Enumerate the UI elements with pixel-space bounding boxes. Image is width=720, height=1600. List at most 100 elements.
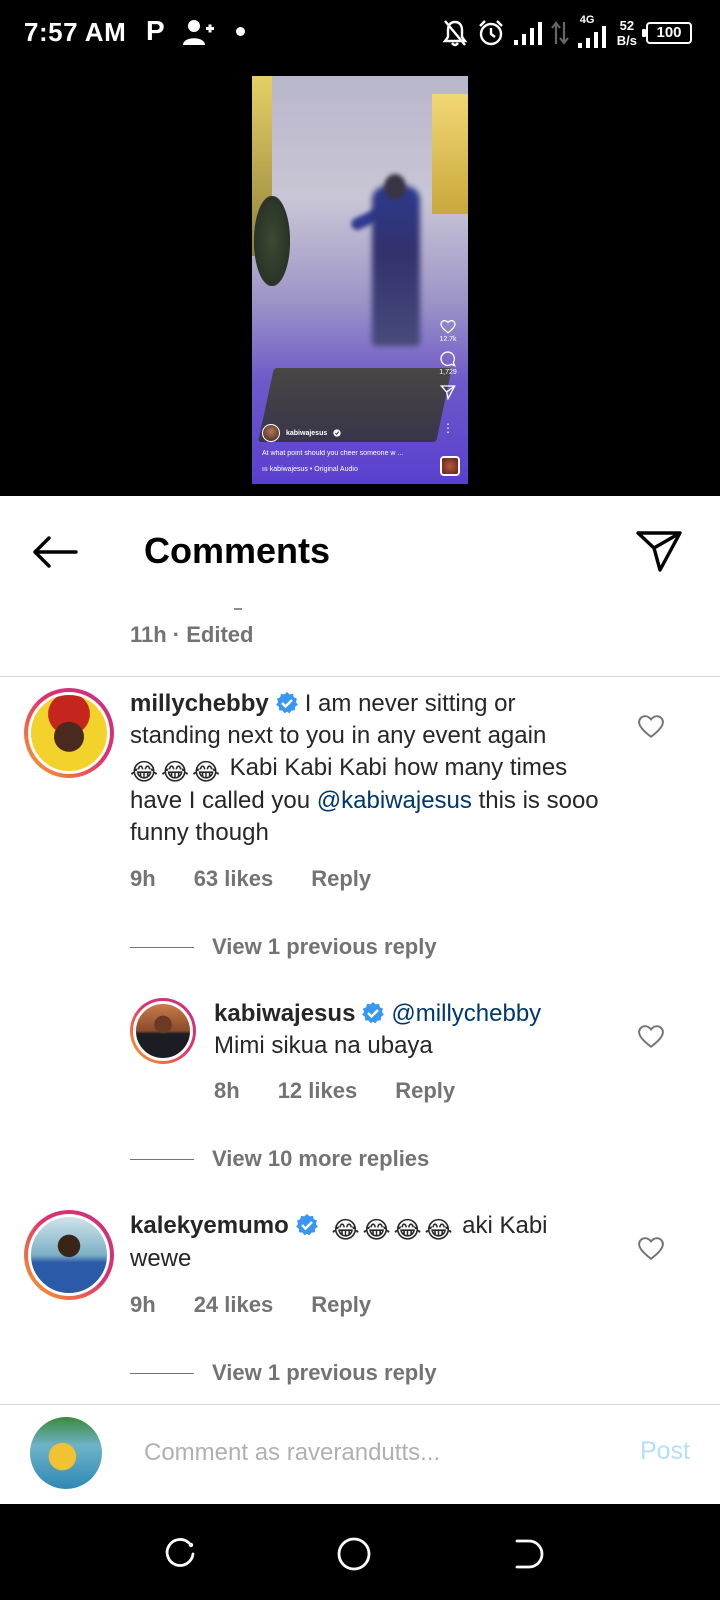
comment-actions: 9h 24 likes Reply [130,1292,371,1318]
avatar[interactable] [130,998,196,1064]
reel-author-avatar [262,424,280,442]
verified-badge-icon [275,692,298,714]
verified-badge-icon [295,1214,318,1236]
reel-comment-icon[interactable] [440,351,456,367]
comment-username[interactable]: kabiwajesus [214,1000,355,1027]
network-type-label: 4G [579,14,595,26]
comment-likes-count[interactable]: 12 likes [278,1078,358,1104]
reel-scene-window [432,94,468,214]
reel-caption[interactable]: At what point should you cheer someone w… [262,450,430,457]
previous-comment-meta: 11h · Edited [130,622,254,647]
home-button[interactable] [334,1534,374,1574]
reel-video[interactable]: 12.7k 1,729 ⋮ kabiwajesus At what point … [252,76,468,484]
comment-username[interactable]: millychebby [130,690,269,717]
comment-text: millychebby I am never sitting or standin… [130,688,610,849]
reel-author[interactable]: kabiwajesus [262,424,341,442]
avatar-image-kabiwajesus [133,1001,193,1061]
back-button[interactable] [30,530,80,574]
comment-username[interactable]: kalekyemumo [130,1212,289,1239]
reel-preview-area: 12.7k 1,729 ⋮ kabiwajesus At what point … [0,66,720,496]
avatar[interactable] [24,688,114,778]
parking-notification-icon: P [146,15,165,46]
view-replies-label: View 1 previous reply [212,934,437,959]
alarm-icon [478,20,503,46]
view-previous-replies-button[interactable]: View 1 previous reply [130,1360,437,1386]
mention-link[interactable]: @kabiwajesus [317,787,472,814]
comment-input[interactable] [144,1433,584,1473]
more-notifications-dot [236,27,245,36]
signal-4g-icon: 4G [577,14,608,48]
reel-author-username: kabiwajesus [286,429,328,437]
verified-badge-icon [362,1002,385,1024]
view-more-replies-button[interactable]: View 10 more replies [130,1146,429,1172]
signal-icon [513,22,542,45]
comment-text: kalekyemumo 😂 😂 😂 😂 aki Kabi wewe [130,1210,610,1275]
view-previous-replies-button[interactable]: View 1 previous reply [130,934,437,960]
mention-link[interactable]: @millychebby [391,1000,541,1027]
reply-button[interactable]: Reply [311,866,371,892]
laughing-emoji-icon: 😂 [130,759,159,786]
laughing-emoji-icon: 😂 [331,1217,360,1244]
reel-comment-count: 1,729 [439,369,457,376]
recent-apps-button[interactable] [160,1534,200,1574]
status-bar: 7:57 AM P 4G 52 B/s 100 [0,0,720,66]
reply-button[interactable]: Reply [311,1292,371,1318]
back-nav-icon [515,1539,544,1569]
add-user-notification-icon [183,20,214,45]
mute-icon [442,20,468,47]
status-icons: 4G 52 B/s 100 [442,13,692,53]
reel-like-count: 12.7k [439,336,457,343]
comment-time: 9h [130,866,156,891]
like-comment-button[interactable] [636,712,666,742]
post-button[interactable]: Post [640,1437,690,1466]
like-comment-button[interactable] [636,1022,666,1052]
laughing-emoji-icon: 😂 [393,1217,422,1244]
reel-scene-plant [254,196,290,286]
comment-likes-count[interactable]: 63 likes [194,866,274,892]
reel-audio[interactable]: ııı kabiwajesus • Original Audio [262,466,358,473]
reel-scene-person [372,186,420,346]
heart-icon [638,715,664,738]
caption-divider [0,676,720,677]
replies-line [130,1372,194,1374]
arrow-left-icon [33,536,78,568]
laughing-emoji-icon: 😂 [362,1217,391,1244]
audio-bars-icon: ııı [262,466,270,473]
laughing-emoji-icon: 😂 [161,759,190,786]
replies-line [130,946,194,948]
system-nav-bar [0,1504,720,1600]
page-title: Comments [144,530,331,571]
view-replies-label: View 1 previous reply [212,1360,437,1385]
reel-verified-icon [333,429,341,437]
network-speed: 52 B/s [617,18,637,48]
data-transfer-icon [550,21,569,45]
previous-comment-fragment [234,608,242,610]
comment-time: 8h [214,1078,240,1103]
avatar[interactable] [24,1210,114,1300]
comment-actions: 8h 12 likes Reply [214,1078,455,1104]
view-replies-label: View 10 more replies [212,1146,430,1171]
home-circle-icon [337,1537,371,1571]
heart-icon [638,1025,664,1048]
reel-share-icon[interactable] [440,384,456,400]
reel-like-icon[interactable] [440,320,456,334]
back-nav-button[interactable] [508,1534,548,1574]
status-time: 7:57 AM [24,17,127,47]
laughing-emoji-icon: 😂 [424,1217,453,1244]
avatar-image-kalekyemumo [28,1214,110,1296]
network-speed-value: 52 [619,18,635,33]
reel-audio-label: kabiwajesus • Original Audio [269,466,358,473]
reply-button[interactable]: Reply [395,1078,455,1104]
comment-actions: 9h 63 likes Reply [130,866,371,892]
recent-apps-icon [165,1538,195,1567]
comment-likes-count[interactable]: 24 likes [194,1292,274,1318]
send-icon [636,531,682,572]
heart-icon [638,1237,664,1260]
reel-more-icon[interactable]: ⋮ [442,422,454,434]
reel-audio-thumbnail[interactable] [440,456,460,476]
like-comment-button[interactable] [636,1234,666,1264]
share-button[interactable] [634,526,684,576]
reel-scene-head [384,174,406,200]
comments-list[interactable]: 11h · Edited millychebby I am never sitti… [0,608,720,1404]
comment-composer: Post [0,1404,720,1504]
